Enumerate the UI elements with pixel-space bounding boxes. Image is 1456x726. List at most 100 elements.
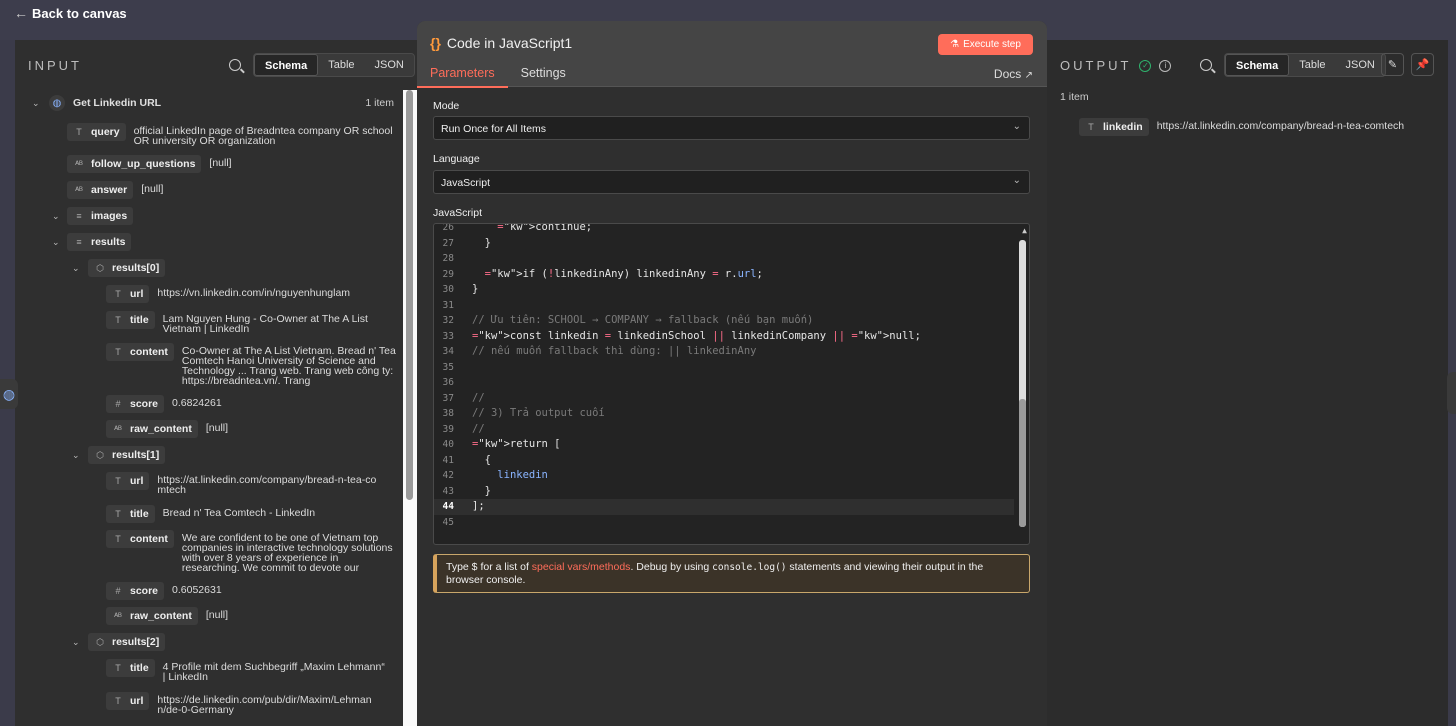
code-line[interactable]: 26 ="kw">continue;	[434, 224, 1014, 236]
code-editor[interactable]: 26 ="kw">continue; 27 } 28 29 ="kw">if (!li…	[433, 223, 1030, 545]
mode-select[interactable]: Run Once for All Items ⌄	[433, 116, 1030, 140]
input-scrollbar[interactable]	[406, 90, 413, 500]
field-pill[interactable]: Ttitle	[106, 659, 155, 677]
execute-step-button[interactable]: ⚗ Execute step	[938, 34, 1033, 55]
list-icon: ≡	[76, 237, 82, 247]
hint-text: . Debug by using	[630, 561, 713, 573]
language-select[interactable]: JavaScript ⌄	[433, 170, 1030, 194]
root-node[interactable]: ◍ Get Linkedin URL 1 item	[49, 95, 394, 111]
code-line[interactable]: 42 linkedin	[434, 468, 1014, 484]
field-pill[interactable]: ᴬᴮ follow_up_questions	[67, 155, 202, 173]
code-line[interactable]: 40 ="kw">return [	[434, 437, 1014, 453]
tab-parameters[interactable]: Parameters	[417, 66, 508, 88]
code-scrollbar[interactable]	[1019, 399, 1026, 527]
pin-icon[interactable]: 📌	[1411, 53, 1434, 76]
chevron-down-icon[interactable]: ⌄	[72, 450, 80, 461]
field-pill[interactable]: Tlinkedin	[1079, 118, 1149, 136]
chevron-down-icon[interactable]: ⌄	[52, 237, 60, 248]
globe-icon[interactable]: ◍	[0, 379, 18, 409]
code-line[interactable]: 27 }	[434, 236, 1014, 252]
field-pill[interactable]: Tcontent	[106, 530, 174, 548]
output-tab-json[interactable]: JSON	[1336, 54, 1385, 76]
code-line[interactable]: 33 ="kw">const linkedin = linkedinSchool …	[434, 329, 1014, 345]
code-line[interactable]: 31	[434, 298, 1014, 314]
line-number: 44	[442, 501, 454, 512]
text-type-icon: T	[115, 663, 121, 673]
code-line[interactable]: 45	[434, 515, 1014, 531]
field-key: follow_up_questions	[91, 158, 196, 170]
field-row: ≡ images	[67, 207, 134, 225]
output-title: OUTPUT	[1060, 58, 1132, 73]
side-handle[interactable]	[1447, 372, 1456, 414]
field-pill[interactable]: ᴬᴮ raw_content	[106, 607, 198, 625]
chevron-down-icon: ⌄	[1012, 175, 1021, 186]
edit-pencil-icon[interactable]: ✎	[1381, 53, 1404, 76]
field-pill[interactable]: Turl	[106, 472, 150, 490]
code-line[interactable]: 34 // nếu muốn fallback thì dùng: || link…	[434, 344, 1014, 360]
line-number: 35	[442, 361, 454, 373]
output-tab-schema[interactable]: Schema	[1225, 54, 1290, 76]
field-key: title	[130, 508, 149, 520]
code-line[interactable]: 44];	[434, 499, 1014, 515]
field-value: 4 Profile mit dem Suchbegriff „Maxim Leh…	[162, 661, 385, 683]
search-icon[interactable]	[1200, 59, 1212, 71]
field-value: https://at.linkedin.com/company/bread-n-…	[1156, 120, 1405, 132]
code-line[interactable]: 28	[434, 251, 1014, 267]
output-tab-table[interactable]: Table	[1289, 54, 1335, 76]
field-pill[interactable]: ᴬᴮ answer	[67, 181, 134, 199]
line-number: 41	[442, 454, 454, 466]
info-icon[interactable]: i	[1159, 59, 1172, 72]
code-line[interactable]: 29 ="kw">if (!linkedinAny) linkedinAny =…	[434, 267, 1014, 283]
line-number: 38	[442, 408, 454, 419]
chevron-down-icon[interactable]: ⌄	[72, 637, 80, 648]
code-line[interactable]: 41 {	[434, 453, 1014, 469]
line-number: 37	[442, 392, 454, 404]
field-pill[interactable]: # score	[106, 395, 165, 413]
execute-label: Execute step	[963, 39, 1021, 50]
chevron-down-icon[interactable]: ⌄	[72, 263, 80, 274]
output-count: 1 item	[1060, 91, 1089, 103]
object-icon: ⬡	[96, 636, 104, 647]
text-type-icon: T	[115, 534, 121, 544]
node-name[interactable]: Code in JavaScript1	[447, 35, 572, 51]
field-pill[interactable]: Turl	[106, 692, 150, 710]
input-tab-schema[interactable]: Schema	[254, 54, 319, 76]
code-line[interactable]: 32 // Ưu tiên: SCHOOL → COMPANY → fallbac…	[434, 313, 1014, 329]
search-icon[interactable]	[229, 59, 241, 71]
field-pill[interactable]: ≡ results	[67, 233, 132, 251]
result-pill[interactable]: ⬡ results[0]	[88, 259, 166, 277]
line-number: 40	[442, 439, 454, 450]
tab-settings[interactable]: Settings	[521, 66, 566, 80]
chevron-down-icon[interactable]: ⌄	[32, 98, 40, 109]
special-vars-link[interactable]: special vars/methods	[532, 561, 631, 573]
field-pill[interactable]: Turl	[106, 285, 150, 303]
result-node: ⬡ results[2]	[88, 633, 166, 651]
field-pill[interactable]: Ttitle	[106, 311, 155, 329]
code-line[interactable]: 39 //	[434, 422, 1014, 438]
code-line[interactable]: 38 // 3) Trả output cuối	[434, 406, 1014, 422]
docs-label: Docs	[993, 67, 1022, 81]
field-pill[interactable]: ≡ images	[67, 207, 134, 225]
result-pill[interactable]: ⬡ results[1]	[88, 446, 166, 464]
input-tab-table[interactable]: Table	[318, 54, 364, 76]
scroll-up-icon[interactable]: ▲	[1022, 226, 1027, 235]
field-pill[interactable]: Ttitle	[106, 505, 155, 523]
field-pill[interactable]: # score	[106, 582, 165, 600]
chevron-down-icon[interactable]: ⌄	[52, 211, 60, 222]
line-number: 34	[442, 346, 454, 357]
field-row: # score 0.6052631	[106, 582, 222, 600]
code-line[interactable]: 37 //	[434, 391, 1014, 407]
field-pill[interactable]: ᴬᴮ raw_content	[106, 420, 198, 438]
code-line[interactable]: 30}	[434, 282, 1014, 298]
input-tab-json[interactable]: JSON	[365, 54, 414, 76]
code-line[interactable]: 43 }	[434, 484, 1014, 500]
field-pill[interactable]: Tquery	[67, 123, 126, 141]
code-line[interactable]: 35	[434, 360, 1014, 376]
line-code: // nếu muốn fallback thì dùng: || linked…	[472, 345, 757, 357]
chevron-down-icon: ⌄	[1012, 121, 1021, 132]
back-to-canvas-link[interactable]: ← Back to canvas	[14, 5, 127, 21]
code-line[interactable]: 36	[434, 375, 1014, 391]
docs-link[interactable]: Docs ↗	[994, 67, 1033, 81]
result-pill[interactable]: ⬡ results[2]	[88, 633, 166, 651]
field-pill[interactable]: Tcontent	[106, 343, 174, 361]
